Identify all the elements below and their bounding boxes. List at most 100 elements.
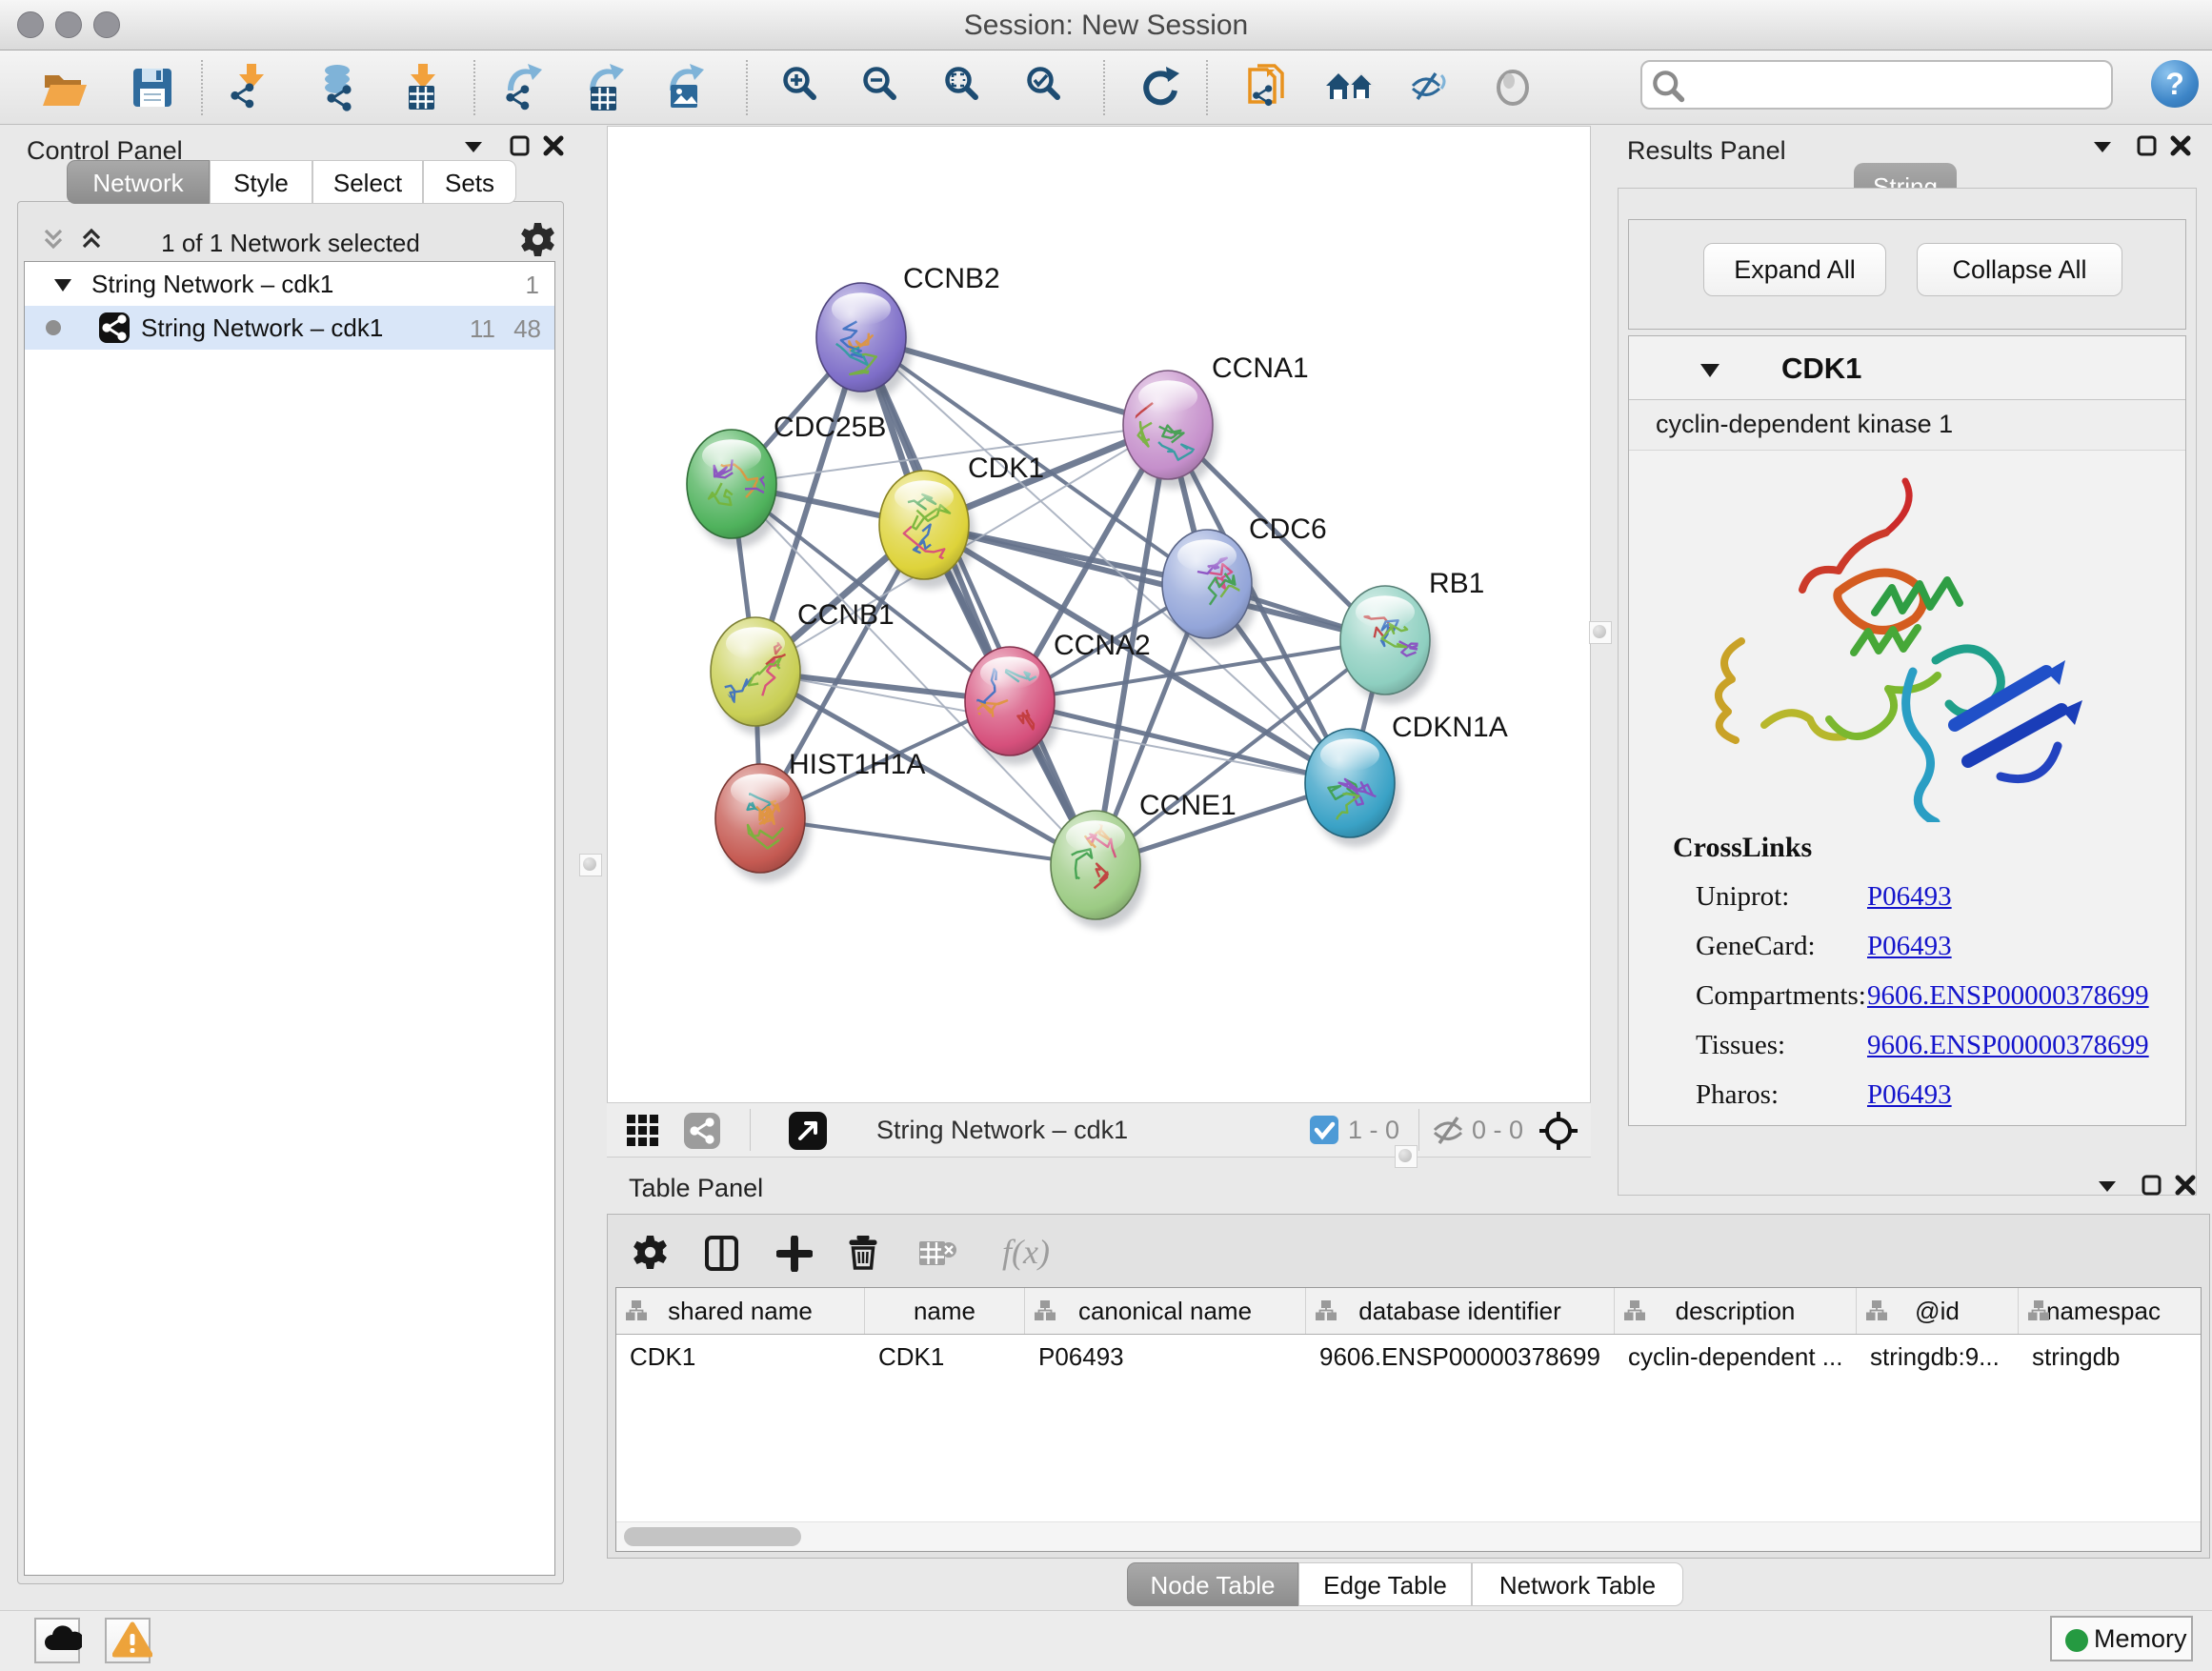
tab-network[interactable]: Network [67,160,210,204]
crosslink-link[interactable]: P06493 [1867,1079,1952,1111]
horizontal-scrollbar[interactable] [616,1521,2201,1551]
refresh-view-button[interactable] [1136,64,1185,113]
results-panel-menu-icon[interactable] [2088,132,2117,161]
table-options-gear-icon[interactable] [629,1232,674,1278]
crosslink-link[interactable]: 9606.ENSP00000378699 [1867,980,2149,1012]
column-header[interactable]: database identifier [1306,1288,1615,1334]
network-row-selected[interactable]: String Network – cdk1 11 48 [25,306,554,350]
network-options-gear-icon[interactable] [521,223,550,252]
node-label: CCNB1 [797,599,895,631]
zoom-fit-button[interactable] [941,64,991,113]
import-table-file-button[interactable] [398,64,448,113]
show-grid-icon[interactable] [624,1113,662,1151]
network-canvas[interactable]: CCNB2CCNA1CDC25BCDK1CDC6RB1CCNB1CCNA2CDK… [607,126,1591,1103]
crosslink-link[interactable]: P06493 [1867,931,1952,962]
control-panel-close-icon[interactable] [539,132,568,161]
help-button[interactable]: ? [2151,60,2199,108]
results-panel-close-icon[interactable] [2166,132,2195,161]
zoom-in-button[interactable] [779,64,829,113]
home-networks-button[interactable] [1324,64,1374,113]
show-columns-icon[interactable] [699,1232,745,1278]
crosslinks-title: CrossLinks [1673,832,1812,864]
current-network-dot-icon [46,320,61,335]
tab-edge-table[interactable]: Edge Table [1298,1562,1472,1606]
table-panel-float-icon[interactable] [2138,1172,2166,1200]
open-session-button[interactable] [40,64,90,113]
network-selected-status: 1 of 1 Network selected [18,229,563,258]
node-label: CDKN1A [1392,712,1508,743]
network-graph[interactable]: CCNB2CCNA1CDC25BCDK1CDC6RB1CCNB1CCNA2CDK… [608,127,1590,1102]
column-header[interactable]: namespac [2019,1288,2188,1334]
graph-node-rb1[interactable]: RB1 [1340,568,1484,704]
control-panel-tabs: Network Style Select Sets [0,160,588,204]
zoom-out-button[interactable] [859,64,909,113]
cdk1-section-header[interactable]: CDK1 [1629,336,2185,400]
zoom-selected-button[interactable] [1023,64,1073,113]
function-builder-icon[interactable]: f(x) [1002,1232,1050,1272]
collapse-all-button[interactable]: Collapse All [1917,243,2122,296]
show-graphics-details-button[interactable] [1488,64,1538,113]
crosslink-link[interactable]: 9606.ENSP00000378699 [1867,1030,2149,1061]
table-panel-close-icon[interactable] [2171,1172,2200,1200]
selected-nodes-checkbox-icon[interactable] [1310,1116,1338,1144]
table-panel-title: Table Panel [629,1174,763,1203]
fit-selected-crosshair-icon[interactable] [1537,1110,1580,1154]
table-row[interactable]: CDK1 CDK1 P06493 9606.ENSP00000378699 cy… [616,1335,2201,1379]
import-network-database-button[interactable] [312,64,362,113]
column-header[interactable]: canonical name [1025,1288,1306,1334]
table-container: f(x) shared name name canonical name dat… [607,1214,2210,1559]
import-network-file-button[interactable] [227,64,276,113]
export-network-button[interactable] [503,64,553,113]
right-splitter-handle[interactable] [1589,621,1612,644]
control-panel-float-icon[interactable] [506,132,534,161]
graph-node-hist1h1a[interactable]: HIST1H1A [715,749,925,882]
search-field[interactable] [1640,60,2113,110]
results-panel-float-icon[interactable] [2133,132,2162,161]
birds-eye-view-icon[interactable] [788,1112,828,1152]
graph-node-ccnb1[interactable]: CCNB1 [711,599,895,735]
column-header[interactable]: name [865,1288,1025,1334]
graph-node-ccne1[interactable]: CCNE1 [1051,790,1237,929]
export-image-button[interactable] [665,64,714,113]
memory-button[interactable]: Memory [2050,1616,2193,1661]
column-header[interactable]: description [1615,1288,1857,1334]
export-table-button[interactable] [585,64,634,113]
save-session-button[interactable] [128,64,177,113]
collection-label: String Network – cdk1 [91,270,333,299]
hidden-items-eye-icon[interactable] [1432,1115,1464,1145]
tab-sets[interactable]: Sets [423,160,516,204]
toolbar-separator [201,60,203,115]
graph-node-cdkn1a[interactable]: CDKN1A [1305,712,1508,847]
crosslink-row: Compartments:9606.ENSP00000378699 [1696,980,1866,1012]
tab-network-table[interactable]: Network Table [1472,1562,1683,1606]
scrollbar-thumb[interactable] [624,1527,801,1546]
graph-node-cdc6[interactable]: CDC6 [1162,513,1327,648]
tab-node-table[interactable]: Node Table [1127,1562,1298,1606]
warning-status-icon[interactable] [105,1618,151,1663]
hide-edges-button[interactable] [1402,64,1452,113]
left-splitter-handle[interactable] [579,854,602,876]
column-header[interactable]: @id [1857,1288,2019,1334]
table-panel-menu-icon[interactable] [2093,1172,2122,1200]
network-collection-row[interactable]: String Network – cdk1 1 [25,262,554,306]
expand-all-button[interactable]: Expand All [1703,243,1886,296]
column-header[interactable]: shared name [616,1288,865,1334]
delete-column-trash-icon[interactable] [842,1232,888,1278]
node-label: RB1 [1429,568,1484,599]
add-column-icon[interactable] [772,1232,817,1278]
tab-style[interactable]: Style [210,160,312,204]
control-panel: Control Panel Network Style Select Sets … [0,125,588,1606]
delete-table-icon[interactable] [915,1232,960,1278]
string-network-icon [99,312,130,343]
section-collapse-icon[interactable] [1698,357,1722,382]
tab-select[interactable]: Select [312,160,423,204]
cloud-status-icon[interactable] [34,1618,80,1663]
search-input[interactable] [1688,66,2101,102]
network-tab-content: 1 of 1 Network selected String Network –… [17,201,564,1584]
network-share-view-icon[interactable] [683,1113,721,1151]
network-node-count: 11 [470,314,495,344]
collection-expand-icon[interactable] [51,273,74,296]
control-panel-menu-icon[interactable] [459,132,488,161]
crosslink-link[interactable]: P06493 [1867,881,1952,913]
clone-network-button[interactable] [1240,64,1290,113]
